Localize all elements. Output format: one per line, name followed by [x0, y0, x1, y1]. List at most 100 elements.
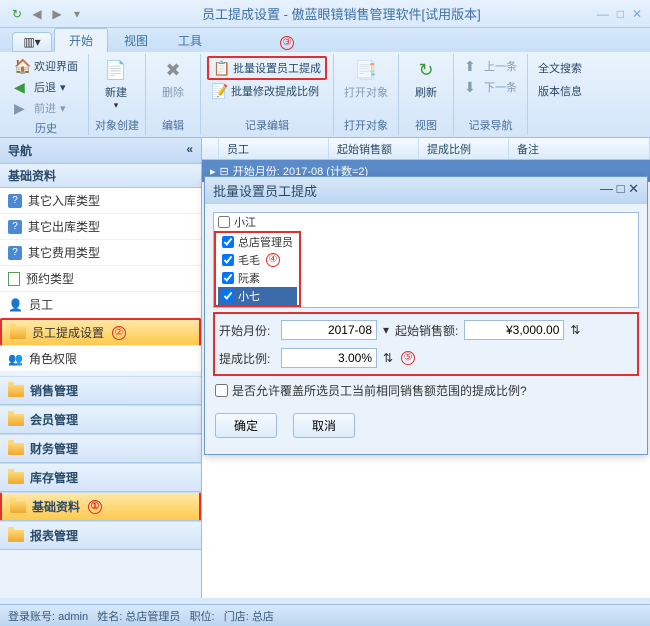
nav-header: 导航«: [0, 138, 201, 164]
batch-set-dialog: 批量设置员工提成 — □ ✕ 小江 总店管理员 毛毛④ 阮素 小七 开始月份:: [204, 176, 648, 455]
nav-cat-member[interactable]: 会员管理: [0, 405, 201, 434]
type-icon: ?: [8, 220, 22, 234]
batch-set-icon: 📋: [213, 60, 229, 76]
welcome-button[interactable]: 🏠欢迎界面: [10, 56, 82, 76]
nav-cat-stock[interactable]: 库存管理: [0, 463, 201, 492]
minimize-icon[interactable]: —: [597, 7, 609, 21]
group-create: 对象创建: [95, 115, 139, 133]
nav-item-commission[interactable]: 员工提成设置②: [0, 318, 201, 346]
forward-button[interactable]: ▶前进▾: [10, 98, 82, 118]
nav-item-role[interactable]: 👥角色权限: [0, 346, 201, 372]
nav-cat-sales[interactable]: 销售管理: [0, 376, 201, 405]
group-record-edit: 记录编辑: [207, 115, 327, 133]
emp-checkbox[interactable]: [222, 290, 234, 302]
qat-more-icon[interactable]: ▾: [68, 5, 86, 23]
emp-checkbox[interactable]: [222, 272, 234, 284]
nav-cat-basic[interactable]: 基础资料①: [0, 492, 201, 521]
annotation-1: ①: [88, 500, 102, 514]
prev-record-button[interactable]: ⬆上一条: [460, 56, 521, 76]
dialog-title: 批量设置员工提成 — □ ✕: [205, 177, 647, 204]
window-title: 员工提成设置 - 傲蓝眼镜销售管理软件[试用版本]: [86, 4, 597, 23]
batch-edit-icon: 📝: [211, 83, 227, 99]
col-employee[interactable]: 员工: [219, 138, 329, 159]
list-item[interactable]: 总店管理员: [218, 233, 297, 251]
doc-icon: [8, 272, 20, 286]
col-ratio[interactable]: 提成比例: [419, 138, 509, 159]
spinner-icon[interactable]: ⇅: [383, 351, 393, 365]
form-box: 开始月份: ▾ 起始销售额: ⇅ 提成比例: ⇅ ⑤: [213, 312, 639, 376]
start-month-input[interactable]: [281, 320, 377, 340]
list-item[interactable]: 小江: [214, 213, 638, 231]
app-menu-button[interactable]: ▥▾: [12, 32, 52, 52]
nav-item-out-type[interactable]: ?其它出库类型: [0, 214, 201, 240]
tab-tools[interactable]: 工具: [164, 29, 216, 52]
col-remark[interactable]: 备注: [509, 138, 650, 159]
tab-start[interactable]: 开始: [54, 28, 108, 52]
next-record-button[interactable]: ⬇下一条: [460, 77, 521, 97]
forward-icon: ▶: [14, 100, 30, 116]
refresh-icon[interactable]: ↻: [8, 5, 26, 23]
refresh-button[interactable]: ↻刷新: [405, 56, 447, 102]
nav-item-employee[interactable]: 👤员工: [0, 292, 201, 318]
cancel-button[interactable]: 取消: [293, 413, 355, 438]
batch-set-button[interactable]: 📋批量设置员工提成: [207, 56, 327, 80]
nav-collapse-icon[interactable]: «: [186, 142, 193, 159]
back-button[interactable]: ◀后退▾: [10, 77, 82, 97]
list-item[interactable]: 阮素: [218, 269, 297, 287]
overwrite-checkbox[interactable]: [215, 384, 228, 397]
ribbon: 🏠欢迎界面 ◀后退▾ ▶前进▾ 历史 📄新建▾ 对象创建 ✖删除 编辑 📋批量设…: [0, 52, 650, 138]
employee-listbox[interactable]: 小江 总店管理员 毛毛④ 阮素 小七: [213, 212, 639, 308]
emp-checkbox[interactable]: [222, 254, 234, 266]
main-area: 员工 起始销售额 提成比例 备注 ▸⊟开始月份: 2017-08 (计数=2) …: [202, 138, 650, 598]
dialog-min-icon[interactable]: —: [600, 181, 613, 196]
dropdown-icon[interactable]: ▾: [383, 323, 389, 337]
col-startsales[interactable]: 起始销售额: [329, 138, 419, 159]
nav-cat-finance[interactable]: 财务管理: [0, 434, 201, 463]
delete-button[interactable]: ✖删除: [152, 56, 194, 102]
version-info-button[interactable]: 版本信息: [534, 79, 586, 101]
nav-item-in-type[interactable]: ?其它入库类型: [0, 188, 201, 214]
nav-fwd-icon[interactable]: ▶: [48, 5, 66, 23]
nav-item-appt-type[interactable]: 预约类型: [0, 266, 201, 292]
new-button[interactable]: 📄新建▾: [95, 56, 137, 113]
overwrite-row[interactable]: 是否允许覆盖所选员工当前相同销售额范围的提成比例?: [213, 376, 639, 405]
ratio-label: 提成比例:: [219, 350, 275, 367]
dialog-max-icon[interactable]: □: [617, 181, 625, 196]
titlebar: ↻ ◀ ▶ ▾ 员工提成设置 - 傲蓝眼镜销售管理软件[试用版本] — □ ✕: [0, 0, 650, 28]
ok-button[interactable]: 确定: [215, 413, 277, 438]
start-sales-label: 起始销售额:: [395, 322, 458, 339]
dialog-close-icon[interactable]: ✕: [628, 181, 639, 196]
nav-back-icon[interactable]: ◀: [28, 5, 46, 23]
annotation-5: ⑤: [401, 351, 415, 365]
fulltext-search-button[interactable]: 全文搜索: [534, 56, 586, 78]
type-icon: ?: [8, 246, 22, 260]
folder-icon: [8, 414, 24, 426]
spinner-icon[interactable]: ⇅: [570, 323, 580, 337]
emp-checkbox[interactable]: [218, 216, 230, 228]
batch-edit-button[interactable]: 📝批量修改提成比例: [207, 81, 327, 101]
folder-icon: [10, 327, 26, 339]
tab-view[interactable]: 视图: [110, 29, 162, 52]
group-edit: 编辑: [152, 115, 194, 133]
back-icon: ◀: [14, 79, 30, 95]
start-sales-input[interactable]: [464, 320, 564, 340]
annotation-3: ③: [280, 36, 294, 50]
close-icon[interactable]: ✕: [632, 7, 642, 21]
refresh-big-icon: ↻: [414, 58, 438, 82]
nav-section-basic[interactable]: 基础资料: [0, 164, 201, 188]
folder-icon: [10, 501, 26, 513]
nav-item-fee-type[interactable]: ?其它费用类型: [0, 240, 201, 266]
maximize-icon[interactable]: □: [617, 7, 624, 21]
statusbar: 登录账号: admin 姓名: 总店管理员 职位: 门店: 总店: [0, 604, 650, 626]
list-item[interactable]: 小七: [218, 287, 297, 305]
folder-icon: [8, 443, 24, 455]
nav-cat-report[interactable]: 报表管理: [0, 521, 201, 550]
ratio-input[interactable]: [281, 348, 377, 368]
group-view: 视图: [405, 115, 447, 133]
emp-checkbox[interactable]: [222, 236, 234, 248]
open-object-button[interactable]: 📑打开对象: [340, 56, 392, 102]
nav-panel: 导航« 基础资料 ?其它入库类型 ?其它出库类型 ?其它费用类型 预约类型 👤员…: [0, 138, 202, 598]
role-icon: 👥: [8, 352, 23, 366]
list-item[interactable]: 毛毛④: [218, 251, 297, 269]
down-icon: ⬇: [464, 79, 480, 95]
